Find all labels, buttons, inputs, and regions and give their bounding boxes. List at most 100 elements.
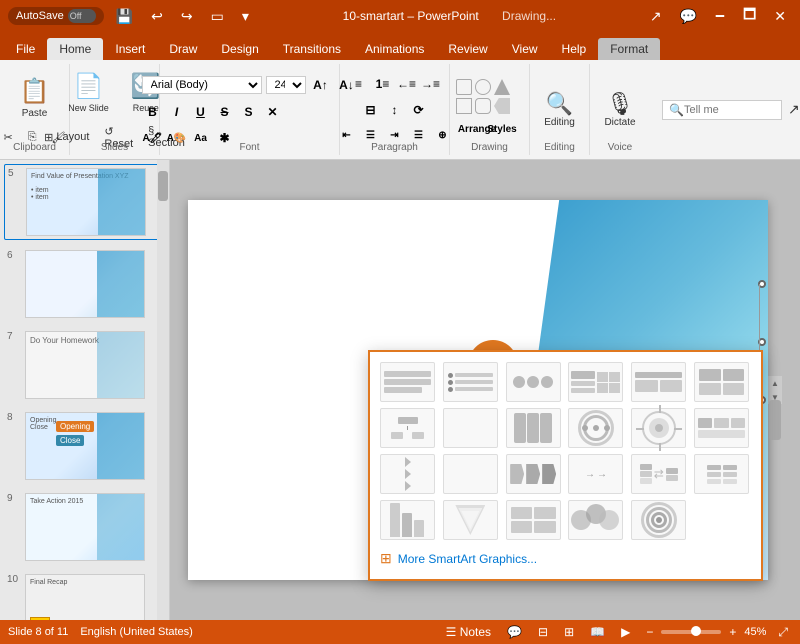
bold-button[interactable]: B — [142, 101, 164, 123]
text-direction-button[interactable]: ⟳ — [408, 99, 430, 121]
tab-format[interactable]: Format — [598, 38, 660, 60]
shape-arrow[interactable] — [494, 98, 510, 114]
canvas-area[interactable]: 4 audience needs — [170, 160, 800, 620]
smartart-item-10[interactable] — [568, 408, 623, 448]
increase-indent-button[interactable]: →≡ — [420, 73, 442, 95]
canvas-scrollbar[interactable]: ▲ ▼ — [768, 376, 782, 404]
shape-rounded[interactable] — [475, 98, 491, 114]
tab-draw[interactable]: Draw — [157, 38, 209, 60]
slide-item-9[interactable]: 9 Take Action 2015 — [4, 490, 165, 564]
smartart-item-17[interactable]: ⇄ — [631, 454, 686, 494]
notes-button[interactable]: ☰ Notes — [442, 623, 495, 641]
bullets-button[interactable]: ≡ — [348, 73, 370, 95]
smartart-item-11[interactable] — [631, 408, 686, 448]
close-button[interactable]: ✕ — [768, 6, 792, 27]
smartart-item-18[interactable] — [694, 454, 749, 494]
restore-button[interactable]: 🗖 — [737, 2, 762, 30]
increase-font-button[interactable]: A↑ — [310, 74, 332, 96]
smartart-item-15[interactable] — [506, 454, 561, 494]
quick-styles-button[interactable]: Styles — [491, 118, 513, 140]
smartart-item-4[interactable] — [568, 362, 623, 402]
tab-file[interactable]: File — [4, 38, 47, 60]
reading-view-button[interactable]: 📖 — [586, 623, 609, 641]
slideshow-button[interactable]: ▶ — [617, 623, 634, 641]
numbering-button[interactable]: 1≡ — [372, 73, 394, 95]
smartart-item-8[interactable] — [443, 408, 498, 448]
smartart-item-20[interactable] — [443, 500, 498, 540]
font-family-dropdown[interactable]: Arial (Body) — [142, 76, 262, 94]
smartart-item-1[interactable] — [380, 362, 435, 402]
scroll-up-btn[interactable]: ▲ — [768, 376, 782, 390]
smartart-item-19[interactable] — [380, 500, 435, 540]
scroll-thumb[interactable] — [769, 400, 781, 440]
shape-square[interactable] — [456, 98, 472, 114]
smartart-item-21[interactable] — [506, 500, 561, 540]
minimize-button[interactable]: 🗕 — [709, 2, 731, 30]
slide-item-8[interactable]: 8 OpeningClose Opening Close — [4, 409, 165, 483]
smartart-item-14[interactable] — [443, 454, 498, 494]
search-input[interactable] — [684, 104, 775, 116]
redo-button[interactable]: ↪ — [175, 6, 199, 27]
clear-format-button[interactable]: ✕ — [262, 101, 284, 123]
more-smartart-button[interactable]: ⊞ More SmartArt Graphics... — [380, 548, 751, 569]
zoom-thumb[interactable] — [691, 626, 701, 636]
comments-view-button[interactable]: 💬 — [503, 623, 526, 641]
tab-view[interactable]: View — [500, 38, 550, 60]
slide-item-10[interactable]: 10 Final Recap ⚠ — [4, 571, 165, 620]
autosave-toggle[interactable]: Off — [68, 9, 96, 23]
smartart-item-13[interactable] — [380, 454, 435, 494]
share-button[interactable]: ↗ — [644, 6, 668, 27]
smartart-item-3[interactable] — [506, 362, 561, 402]
strikethrough-button[interactable]: S — [214, 101, 236, 123]
decrease-indent-button[interactable]: ←≡ — [396, 73, 418, 95]
new-slide-button[interactable]: 📄 New Slide — [59, 67, 118, 118]
line-spacing-button[interactable]: ↕ — [384, 99, 406, 121]
smartart-item-9[interactable] — [506, 408, 561, 448]
tab-home[interactable]: Home — [47, 38, 103, 60]
zoom-in-button[interactable]: + — [725, 623, 740, 641]
scrollbar-thumb[interactable] — [158, 171, 168, 201]
slide-item-6[interactable]: 6 — [4, 247, 165, 321]
editing-button[interactable]: 🔍 Editing — [535, 86, 584, 133]
share-btn[interactable]: ↗ — [782, 99, 800, 120]
shape-circle[interactable] — [475, 79, 491, 95]
comments-button[interactable]: 💬 — [674, 6, 703, 27]
shape-rect[interactable] — [456, 79, 472, 95]
dictate-button[interactable]: 🎙 Dictate — [595, 86, 644, 133]
normal-view-button[interactable]: ⊟ — [534, 623, 552, 641]
font-size-dropdown[interactable]: 24 — [266, 76, 306, 94]
slide-item-7[interactable]: 7 Do Your Homework — [4, 328, 165, 402]
tab-design[interactable]: Design — [209, 38, 270, 60]
slide-sorter-button[interactable]: ⊞ — [560, 623, 578, 641]
shape-triangle[interactable] — [494, 79, 510, 95]
present-button[interactable]: ▭ — [205, 6, 230, 27]
smartart-item-6[interactable] — [694, 362, 749, 402]
tab-help[interactable]: Help — [550, 38, 599, 60]
shadow-button[interactable]: S — [238, 101, 260, 123]
tab-insert[interactable]: Insert — [103, 38, 157, 60]
smartart-item-23[interactable] — [631, 500, 686, 540]
fit-slide-button[interactable]: ⤢ — [774, 623, 792, 642]
save-button[interactable]: 💾 — [110, 6, 139, 27]
smartart-item-7[interactable] — [380, 408, 435, 448]
underline-button[interactable]: U — [190, 101, 212, 123]
columns-button[interactable]: ⊟ — [360, 99, 382, 121]
undo-button[interactable]: ↩ — [145, 6, 169, 27]
slide-panel[interactable]: 5 Find Value of Presentation XYZ• item• … — [0, 160, 170, 620]
tab-animations[interactable]: Animations — [353, 38, 436, 60]
autosave-badge[interactable]: AutoSave Off — [8, 7, 104, 25]
smartart-item-5[interactable] — [631, 362, 686, 402]
zoom-out-button[interactable]: − — [642, 623, 657, 641]
italic-button[interactable]: I — [166, 101, 188, 123]
smartart-item-2[interactable] — [443, 362, 498, 402]
tab-transitions[interactable]: Transitions — [271, 38, 353, 60]
slide-item-5[interactable]: 5 Find Value of Presentation XYZ• item• … — [4, 164, 165, 240]
smartart-item-12[interactable] — [694, 408, 749, 448]
tab-review[interactable]: Review — [436, 38, 499, 60]
arrange-button[interactable]: Arrange — [466, 118, 488, 140]
smartart-item-16[interactable]: → → — [568, 454, 623, 494]
slide-panel-scrollbar[interactable] — [157, 160, 169, 620]
zoom-slider[interactable] — [661, 630, 721, 634]
customize-button[interactable]: ▾ — [236, 6, 255, 27]
smartart-item-22[interactable] — [568, 500, 623, 540]
